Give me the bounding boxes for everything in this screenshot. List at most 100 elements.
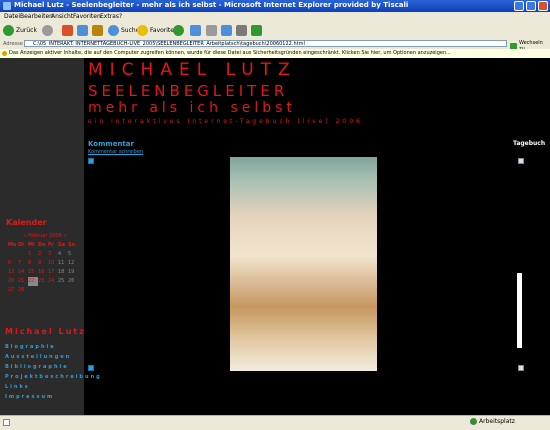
mail-icon [190,25,201,36]
calendar-weekday: Do [38,242,46,248]
minimize-button[interactable] [514,1,524,11]
calendar-day[interactable]: 1 [28,250,38,259]
calendar-weekday: Mo [8,242,17,248]
stop-button[interactable] [62,24,73,37]
calendar-weekday: So [68,242,76,248]
edit-icon [221,25,232,36]
page-done-icon [3,419,10,426]
calendar-day[interactable]: 18 [58,268,68,277]
favorites-button[interactable]: Favoriten [137,24,178,37]
edit-button[interactable] [221,24,232,37]
nav-item-bibliographie[interactable]: Bibliographie [5,362,102,372]
menu-favorites[interactable]: Favoriten [73,13,101,20]
ie-icon [3,2,11,10]
search-icon [108,25,119,36]
print-icon [206,25,217,36]
calendar-day[interactable]: 5 [68,250,78,259]
infobar-text: Das Anzeigen aktiver Inhalte, die auf de… [9,50,451,56]
home-button[interactable] [92,24,103,37]
shield-icon [2,51,7,56]
calendar-day[interactable]: 14 [18,268,28,277]
back-button[interactable]: Zurück [3,24,37,37]
calendar-day[interactable]: 2 [38,250,48,259]
calendar-day[interactable]: 13 [8,268,18,277]
nav-item-projektbeschreibung[interactable]: Projektbeschreibung [5,372,102,382]
status-bar: Arbeitsplatz [0,415,550,430]
maximize-button[interactable] [526,1,536,11]
page-title: MICHAEL LUTZ [88,60,297,80]
calendar-day[interactable]: 12 [68,259,78,268]
star-icon [137,25,148,36]
calendar-day[interactable]: 10 [48,259,58,268]
menu-help[interactable]: ? [119,13,122,20]
diary-scroll-up-icon[interactable] [518,158,524,164]
calendar-day[interactable]: 19 [68,268,78,277]
calendar-day[interactable]: 4 [58,250,68,259]
calendar-day [8,250,18,259]
address-input[interactable]: C:\05_INTERAKT. INTERNETTAGEBUCH-LIVE_20… [24,40,507,47]
calendar-day [28,286,38,295]
refresh-button[interactable] [77,24,88,37]
window-title: Michael Lutz - Seelenbegleiter - mehr al… [14,1,409,9]
calendar-day[interactable]: 6 [8,259,18,268]
page-content: MICHAEL LUTZ SEELENBEGLEITER mehr als ic… [0,58,550,415]
calendar-weekday: Fr [48,242,54,248]
calendar-day[interactable]: 22 [28,277,38,286]
calendar-day[interactable]: 15 [28,268,38,277]
toolbar: Zurück Suchen Favoriten [0,22,550,40]
discuss-icon [236,25,247,36]
diary-photo [230,157,377,371]
calendar-day[interactable]: 16 [38,268,48,277]
history-button[interactable] [173,24,186,37]
calendar-day[interactable]: 23 [38,277,48,286]
discuss-button[interactable] [236,24,247,37]
calendar-day[interactable]: 3 [48,250,58,259]
calendar-day [38,286,48,295]
calendar-day[interactable]: 9 [38,259,48,268]
calendar-day[interactable]: 24 [48,277,58,286]
computer-icon [470,418,477,425]
comment-link[interactable]: Kommentar schreiben [88,149,143,155]
calendar-day [18,250,28,259]
comment-heading: Kommentar [88,140,134,148]
calendar-month[interactable]: « Februar 2006 » [8,233,82,239]
address-label: Adresse [3,41,23,47]
calendar-day[interactable]: 21 [18,277,28,286]
nav-item-ausstellungen[interactable]: Ausstellungen [5,352,102,362]
calendar: « Februar 2006 » Mo Di Mi Do Fr Sa So 1 2 3 4 5 6 7 8 9… [8,233,82,295]
messenger-button[interactable] [251,24,262,37]
page-subtitle: SEELENBEGLEITER [88,82,289,100]
calendar-day[interactable]: 11 [58,259,68,268]
menu-file[interactable]: Datei [4,13,20,20]
calendar-day[interactable]: 8 [28,259,38,268]
calendar-weekday: Mi [28,242,35,248]
menu-tools[interactable]: Extras [100,13,119,20]
close-button[interactable] [538,1,548,11]
calendar-day[interactable]: 27 [8,286,18,295]
calendar-day[interactable]: 17 [48,268,58,277]
nav-item-links[interactable]: Links [5,382,102,392]
menu-view[interactable]: Ansicht [51,13,73,20]
calendar-day[interactable]: 28 [18,286,28,295]
diary-scrollbar[interactable] [517,273,522,348]
calendar-day[interactable]: 7 [18,259,28,268]
stop-icon [62,25,73,36]
diary-label: Tagebuch [513,140,546,147]
mail-button[interactable] [190,24,201,37]
calendar-day[interactable]: 26 [68,277,78,286]
scroll-up-icon[interactable] [88,158,94,164]
nav-menu: Biographie Ausstellungen Bibliographie P… [5,342,102,402]
menu-edit[interactable]: Bearbeiten [20,13,53,20]
security-zone: Arbeitsplatz [470,418,515,425]
calendar-day [48,286,58,295]
calendar-day[interactable]: 20 [8,277,18,286]
calendar-weekday: Sa [58,242,65,248]
nav-item-impressum[interactable]: Impressum [5,392,102,402]
forward-button[interactable] [42,24,55,37]
window-titlebar: Michael Lutz - Seelenbegleiter - mehr al… [0,0,550,12]
calendar-day[interactable]: 25 [58,277,68,286]
nav-item-biographie[interactable]: Biographie [5,342,102,352]
diary-scroll-down-icon[interactable] [518,365,524,371]
print-button[interactable] [206,24,217,37]
refresh-icon [77,25,88,36]
